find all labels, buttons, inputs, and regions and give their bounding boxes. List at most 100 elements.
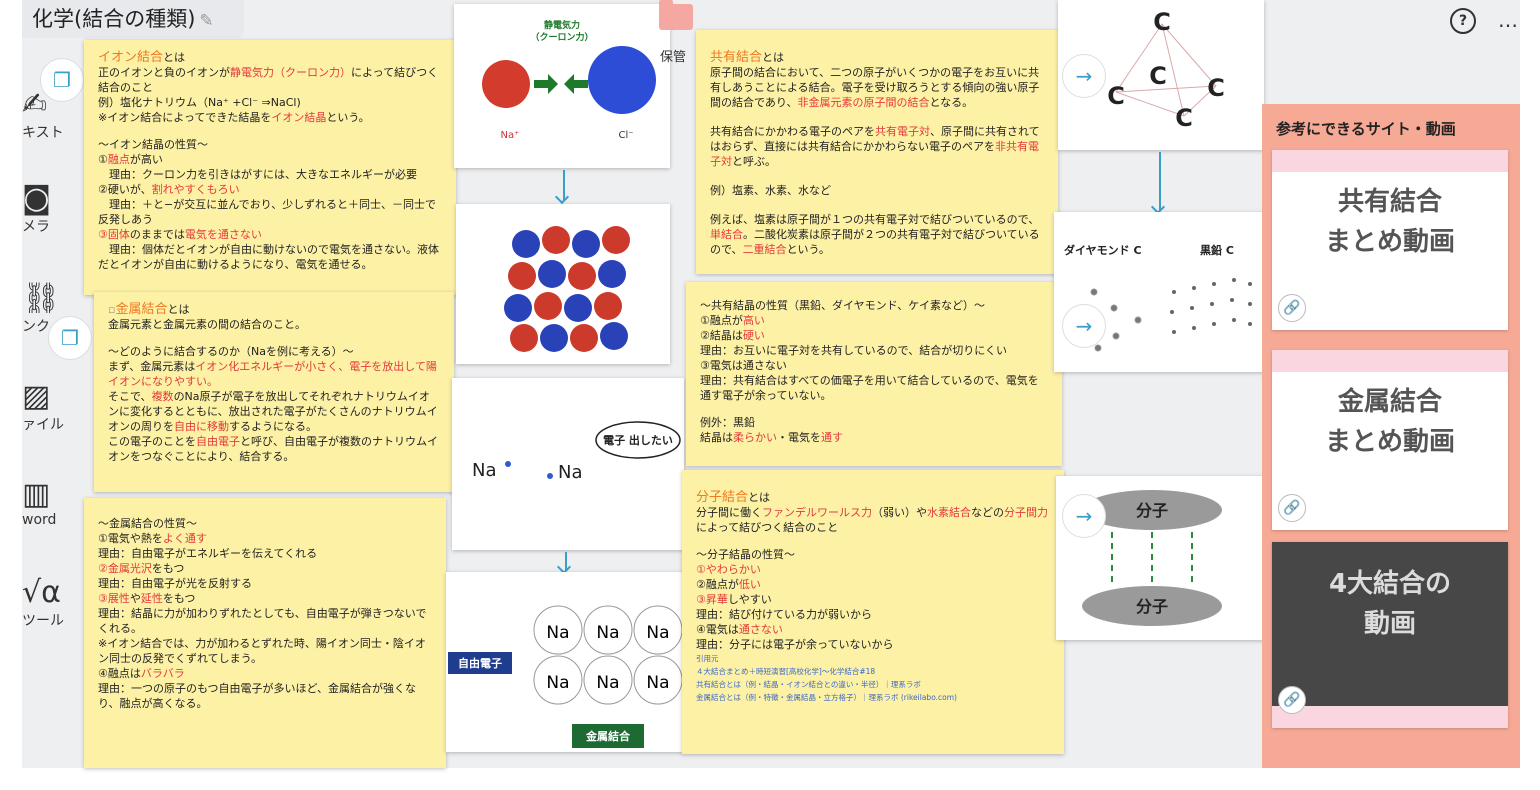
covalent-bond-note[interactable]: 共有結合とは 原子間の結合において、二つの原子がいくつかの電子をお互いに共有しあ… <box>696 30 1058 274</box>
tool-file[interactable]: ▨ ァイル <box>22 380 82 434</box>
na-label: Na⁺ <box>501 130 520 141</box>
t: 通さない <box>738 623 783 636</box>
folder-icon[interactable] <box>659 0 693 30</box>
t: や <box>129 592 141 605</box>
link-icon[interactable]: 🔗 <box>1278 494 1306 522</box>
metal-prop: ③展性や延性をもつ <box>98 591 432 606</box>
reference-panel[interactable]: 参考にできるサイト・動画 共有結合 まとめ動画 🔗 金属結合 まとめ動画 🔗 4大結… <box>1262 104 1520 768</box>
metallic-properties-note[interactable]: 〜金属結合の性質〜 ①電気や熱をよく通す 理由：自由電子がエネルギーを伝えてくれ… <box>84 498 446 768</box>
reference-title: 参考にできるサイト・動画 <box>1276 120 1456 138</box>
t: 延性 <box>140 592 163 605</box>
molecular-bond-note[interactable]: 分子結合とは 分子間に働くファンデルワールス力（弱い）や水素結合などの分子間力に… <box>682 470 1064 754</box>
ionic-crystal-image[interactable] <box>456 204 670 364</box>
chloride-ion <box>588 46 656 114</box>
coulomb-force-image[interactable]: 静電気力 （クーロン力） Na⁺ Cl⁻ <box>454 4 670 168</box>
t: となる。 <box>929 96 974 109</box>
metal-prop-title: 〜金属結合の性質〜 <box>98 517 197 530</box>
t: ・電気を <box>777 431 821 444</box>
t: ①電気や熱を <box>98 532 163 545</box>
t: ③固体 <box>98 228 130 241</box>
cov-prop: ③電気は通さない <box>700 359 787 372</box>
metal-reason: 理由：一つの原子のもつ自由電子が多いほど、金属結合が強くなり、融点が高くなる。 <box>98 682 417 710</box>
video-card-metallic[interactable]: 金属結合 まとめ動画 🔗 <box>1272 350 1508 530</box>
tool-math[interactable]: √α ツール <box>22 576 82 630</box>
tool-camera[interactable]: ◙ メラ <box>22 182 82 236</box>
link-icon[interactable]: 🔗 <box>1278 294 1306 322</box>
t: 静電気力（クーロン力） <box>230 66 351 79</box>
sodium-electron-image[interactable]: 電子 出したい Na Na <box>452 378 684 550</box>
connector-arrow[interactable]: → <box>1062 304 1106 348</box>
t: まず、金属元素は <box>108 360 196 373</box>
t: 二重結合 <box>742 243 787 256</box>
c-atom: C <box>1149 62 1167 90</box>
tool-word-label: word <box>22 512 57 528</box>
cov-example: 例）塩素、水素、水など <box>710 184 831 197</box>
c-atom: C <box>1207 74 1225 102</box>
t: よく通す <box>162 532 207 545</box>
t: 割れやすくもろい <box>151 183 240 196</box>
connector-handle[interactable]: ❐ <box>40 58 84 102</box>
connector-arrow[interactable]: → <box>1062 494 1106 538</box>
t: ③展性 <box>98 592 130 605</box>
metal-line: そこで、複数のNa原子が電子を放出してそれぞれナトリウムイオンに変化するとともに… <box>108 389 440 434</box>
mol-prop: ③昇華しやすい <box>696 592 1050 607</box>
video-card-four-bonds[interactable]: 4大結合の 動画 🔗 <box>1272 542 1508 728</box>
connector-handle[interactable]: ❐ <box>48 316 92 360</box>
ionic-bond-note[interactable]: イオン結合とは 正のイオンと負のイオンが静電気力（クーロン力）によって結びつく結… <box>84 40 456 295</box>
source-link[interactable]: ４大結合まとめ＋時短演習[高校化学]〜化学結合#18 <box>696 665 1050 678</box>
source-link[interactable]: 共有結合とは（例・結晶・イオン結合との違い・半径）｜理系ラボ <box>696 678 1050 691</box>
flow-arrow <box>563 170 565 200</box>
mol-title: 分子結合とは <box>696 490 1050 505</box>
cov-line: 原子間の結合において、二つの原子がいくつかの電子をお互いに共有しあうことによる結… <box>710 65 1044 110</box>
t: しやすい <box>727 593 772 606</box>
card-band <box>1272 706 1508 728</box>
ionic-section: 〜イオン結晶の性質〜 <box>98 138 208 151</box>
diamond-label: ダイヤモンド C <box>1064 243 1142 257</box>
lattice-spheres <box>504 226 630 352</box>
covalent-properties-note[interactable]: 〜共有結晶の性質（黒鉛、ダイヤモンド、ケイ素など）〜 ①融点が高い ②結晶は硬い… <box>686 282 1062 466</box>
tool-math-label: ツール <box>22 613 64 629</box>
t: 非金属元素の原子間の結合 <box>797 96 930 109</box>
t: 単結合 <box>710 228 743 241</box>
video-title-line: 4大結合の <box>1328 569 1452 599</box>
more-menu-button[interactable]: … <box>1498 8 1518 34</box>
c-atom: C <box>1175 104 1193 132</box>
mol-reason: 理由：分子には電子が余っていないから <box>696 638 894 651</box>
math-tool-icon: √α <box>22 575 61 610</box>
t: 水素結合 <box>927 506 971 519</box>
na-ion-label: Na <box>546 673 569 693</box>
source-label: 引用元 <box>696 654 719 663</box>
sodium-electron-diagram: 電子 出したい Na Na <box>472 421 681 483</box>
metal-bond-label: 金属結合 <box>585 729 631 743</box>
metal-line: この電子のことを自由電子と呼び、自由電子が複数のナトリウムイオンをつなぐことによ… <box>108 434 440 464</box>
tool-word[interactable]: ▥ word <box>22 478 82 529</box>
tool-text-label: キスト <box>22 125 64 141</box>
link-icon[interactable]: 🔗 <box>1278 686 1306 714</box>
cov-reason: 理由：共有結合はすべての価電子を用いて結合しているので、電気を通す電子が余ってい… <box>700 374 1039 402</box>
free-electron-diagram: Na Na Na Na Na Na 自由電子 金属結合 <box>448 605 683 748</box>
na-left: Na <box>472 460 497 481</box>
graphite-structure <box>1170 278 1252 334</box>
diamond-graphite-image[interactable]: ダイヤモンド C 黒鉛 C <box>1054 212 1266 372</box>
board-title[interactable]: 化学(結合の種類) ✎ <box>22 0 244 38</box>
t: 融点 <box>107 153 130 166</box>
molecule-label: 分子 <box>1136 501 1168 520</box>
connector-arrow[interactable]: → <box>1062 54 1106 98</box>
mol-head: 分子結合 <box>696 490 749 505</box>
cov-title: 共有結合とは <box>710 50 1044 65</box>
source-link[interactable]: 金属結合とは（例・特徴・金属結晶・立方格子）｜理系ラボ (rikeilabo.c… <box>696 691 1050 704</box>
t: ①融点が <box>700 314 743 327</box>
t: をもつ <box>162 592 196 605</box>
t: という。 <box>326 111 370 124</box>
metallic-bond-note[interactable]: ▫金属結合とは 金属元素と金属元素の間の結合のこと。 〜どのように結合するのか（… <box>94 292 454 492</box>
ionic-line: ※イオン結合によってできた結晶をイオン結晶という。 <box>98 110 442 125</box>
video-card-covalent[interactable]: 共有結合 まとめ動画 🔗 <box>1272 150 1508 330</box>
tool-file-label: ァイル <box>22 417 64 433</box>
na-ion-label: Na <box>646 623 669 643</box>
free-electron-image[interactable]: Na Na Na Na Na Na 自由電子 金属結合 <box>446 572 684 752</box>
t: ※イオン結合によってできた結晶を <box>98 111 272 124</box>
help-button[interactable]: ? <box>1450 8 1476 34</box>
flow-arrow <box>565 552 567 570</box>
link-icon: ⛓ <box>22 281 61 316</box>
edit-title-icon[interactable]: ✎ <box>199 11 213 31</box>
